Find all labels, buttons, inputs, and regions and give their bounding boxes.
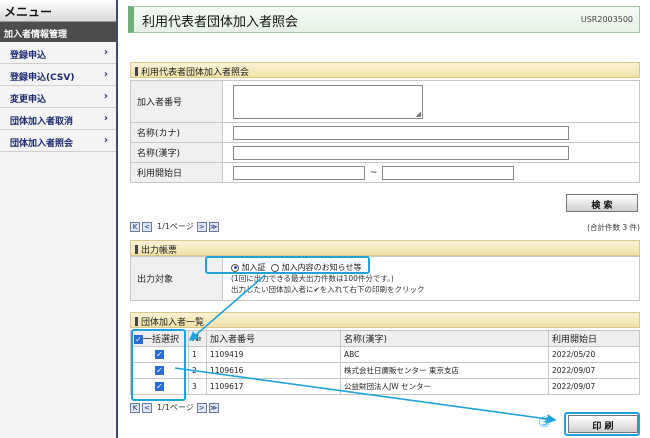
sidebar-item-label: 登録申込(CSV)	[10, 73, 75, 83]
row-name: 株式会社日廣販センター 東京支店	[340, 362, 549, 379]
sidebar-item-register-csv[interactable]: 登録申込(CSV) ›	[0, 64, 116, 86]
row-name: ABC	[340, 346, 549, 363]
sidebar-item-register[interactable]: 登録申込 ›	[0, 42, 116, 64]
next-page-icon[interactable]: >	[196, 221, 207, 232]
row-member-no: 1109617	[206, 378, 341, 395]
member-no-textarea[interactable]: ◢	[233, 84, 423, 119]
chevron-right-icon: ›	[103, 135, 108, 146]
page-info: 1/1ページ	[157, 403, 194, 412]
section-marker-icon	[135, 317, 138, 326]
highlight-output-options	[205, 256, 370, 274]
table-row: ✓ 1 1109419 ABC 2022/05/20	[130, 346, 640, 363]
sidebar-item-change[interactable]: 変更申込 ›	[0, 86, 116, 108]
sidebar-item-label: 団体加入者照会	[10, 139, 74, 149]
next-page-icon[interactable]: >	[196, 402, 207, 413]
start-date-from-input[interactable]	[233, 165, 365, 180]
sidebar-item-label: 登録申込	[10, 51, 47, 61]
pager-top: K <1/1ページ > ≫	[130, 221, 221, 232]
search-button[interactable]: 検 索	[566, 194, 638, 212]
name-header: 名称(漢字)	[340, 330, 549, 347]
chevron-right-icon: ›	[103, 91, 108, 102]
section-marker-icon	[135, 67, 138, 76]
range-separator: ~	[369, 168, 378, 178]
last-page-icon[interactable]: ≫	[208, 221, 219, 232]
row-start-date: 2022/09/07	[548, 378, 640, 395]
row-no: 2	[188, 362, 207, 379]
member-table: ✓一括選択 № 加入者番号 名称(漢字) 利用開始日 ✓ 1 1109419 A…	[130, 330, 640, 395]
last-page-icon[interactable]: ≫	[208, 402, 219, 413]
row-member-no: 1109419	[206, 346, 341, 363]
row-member-no: 1109616	[206, 362, 341, 379]
start-date-to-input[interactable]	[382, 165, 515, 180]
name-kanji-label: 名称(漢字)	[130, 142, 223, 163]
row-no: 3	[188, 378, 207, 395]
total-count: (合計件数 3 件)	[587, 223, 640, 232]
chevron-right-icon: ›	[103, 113, 108, 124]
page-info: 1/1ページ	[157, 222, 194, 231]
resize-grip-icon[interactable]: ◢	[416, 110, 421, 118]
table-row: ✓ 2 1109616 株式会社日廣販センター 東京支店 2022/09/07	[130, 362, 640, 379]
row-no: 1	[188, 346, 207, 363]
step-number: ③	[538, 415, 551, 431]
sidebar-item-label: 変更申込	[10, 95, 47, 105]
row-start-date: 2022/09/07	[548, 362, 640, 379]
row-name: 公益財団法人JW センター	[340, 378, 549, 395]
name-kana-label: 名称(カナ)	[130, 122, 223, 143]
row-start-date: 2022/05/20	[548, 346, 640, 363]
section-marker-icon	[135, 245, 138, 254]
start-date-header: 利用開始日	[548, 330, 640, 347]
sidebar-item-group-cancel[interactable]: 団体加入者取消 ›	[0, 108, 116, 130]
start-date-label: 利用開始日	[130, 162, 223, 183]
page-title-bar: 利用代表者団体加入者照会 USR2003500	[128, 6, 640, 33]
search-section-header: 利用代表者団体加入者照会	[130, 62, 640, 78]
sidebar-item-label: 団体加入者取消	[10, 117, 74, 127]
menu-title: メニュー	[0, 0, 116, 22]
search-section-title: 利用代表者団体加入者照会	[141, 68, 250, 78]
list-section-header: 団体加入者一覧	[130, 312, 640, 328]
search-form: 加入者番号 ◢ 名称(カナ) 名称(漢字) 利用開始日 ~	[130, 80, 640, 183]
member-no-header: 加入者番号	[206, 330, 341, 347]
prev-page-icon[interactable]: <	[142, 402, 152, 413]
page-title: 利用代表者団体加入者照会	[142, 15, 299, 30]
name-kanji-input[interactable]	[233, 145, 569, 160]
table-row: ✓ 3 1109617 公益財団法人JW センター 2022/09/07	[130, 378, 640, 395]
name-kana-input[interactable]	[233, 125, 569, 140]
first-page-icon[interactable]: K	[130, 221, 140, 232]
highlight-print-button	[564, 412, 640, 436]
no-header: №	[188, 330, 207, 347]
sidebar-item-group-inquiry[interactable]: 団体加入者照会 ›	[0, 130, 116, 152]
output-note-max: (1回に出力できる最大出力件数は100件分です。)	[231, 274, 394, 283]
prev-page-icon[interactable]: <	[142, 221, 152, 232]
output-section-title: 出力帳票	[141, 246, 178, 256]
output-note-instruction: 出力したい団体加入者に✔を入れて右下の印刷をクリック	[231, 285, 425, 294]
screen-code: USR2003500	[580, 15, 633, 24]
main-content: 利用代表者団体加入者照会 USR2003500 利用代表者団体加入者照会 加入者…	[120, 0, 650, 438]
highlight-checkboxes	[131, 329, 186, 401]
table-header-row: ✓一括選択 № 加入者番号 名称(漢字) 利用開始日	[130, 330, 640, 347]
pager-bottom: K <1/1ページ > ≫	[130, 402, 221, 413]
chevron-right-icon: ›	[103, 69, 108, 80]
section-title-member-info: 加入者情報管理	[0, 22, 116, 42]
list-section-title: 団体加入者一覧	[141, 318, 205, 328]
first-page-icon[interactable]: K	[130, 402, 140, 413]
output-section-header: 出力帳票	[130, 240, 640, 256]
member-no-label: 加入者番号	[130, 80, 223, 123]
chevron-right-icon: ›	[103, 47, 108, 58]
sidebar: メニュー 加入者情報管理 登録申込 › 登録申込(CSV) › 変更申込 › 団…	[0, 0, 118, 438]
